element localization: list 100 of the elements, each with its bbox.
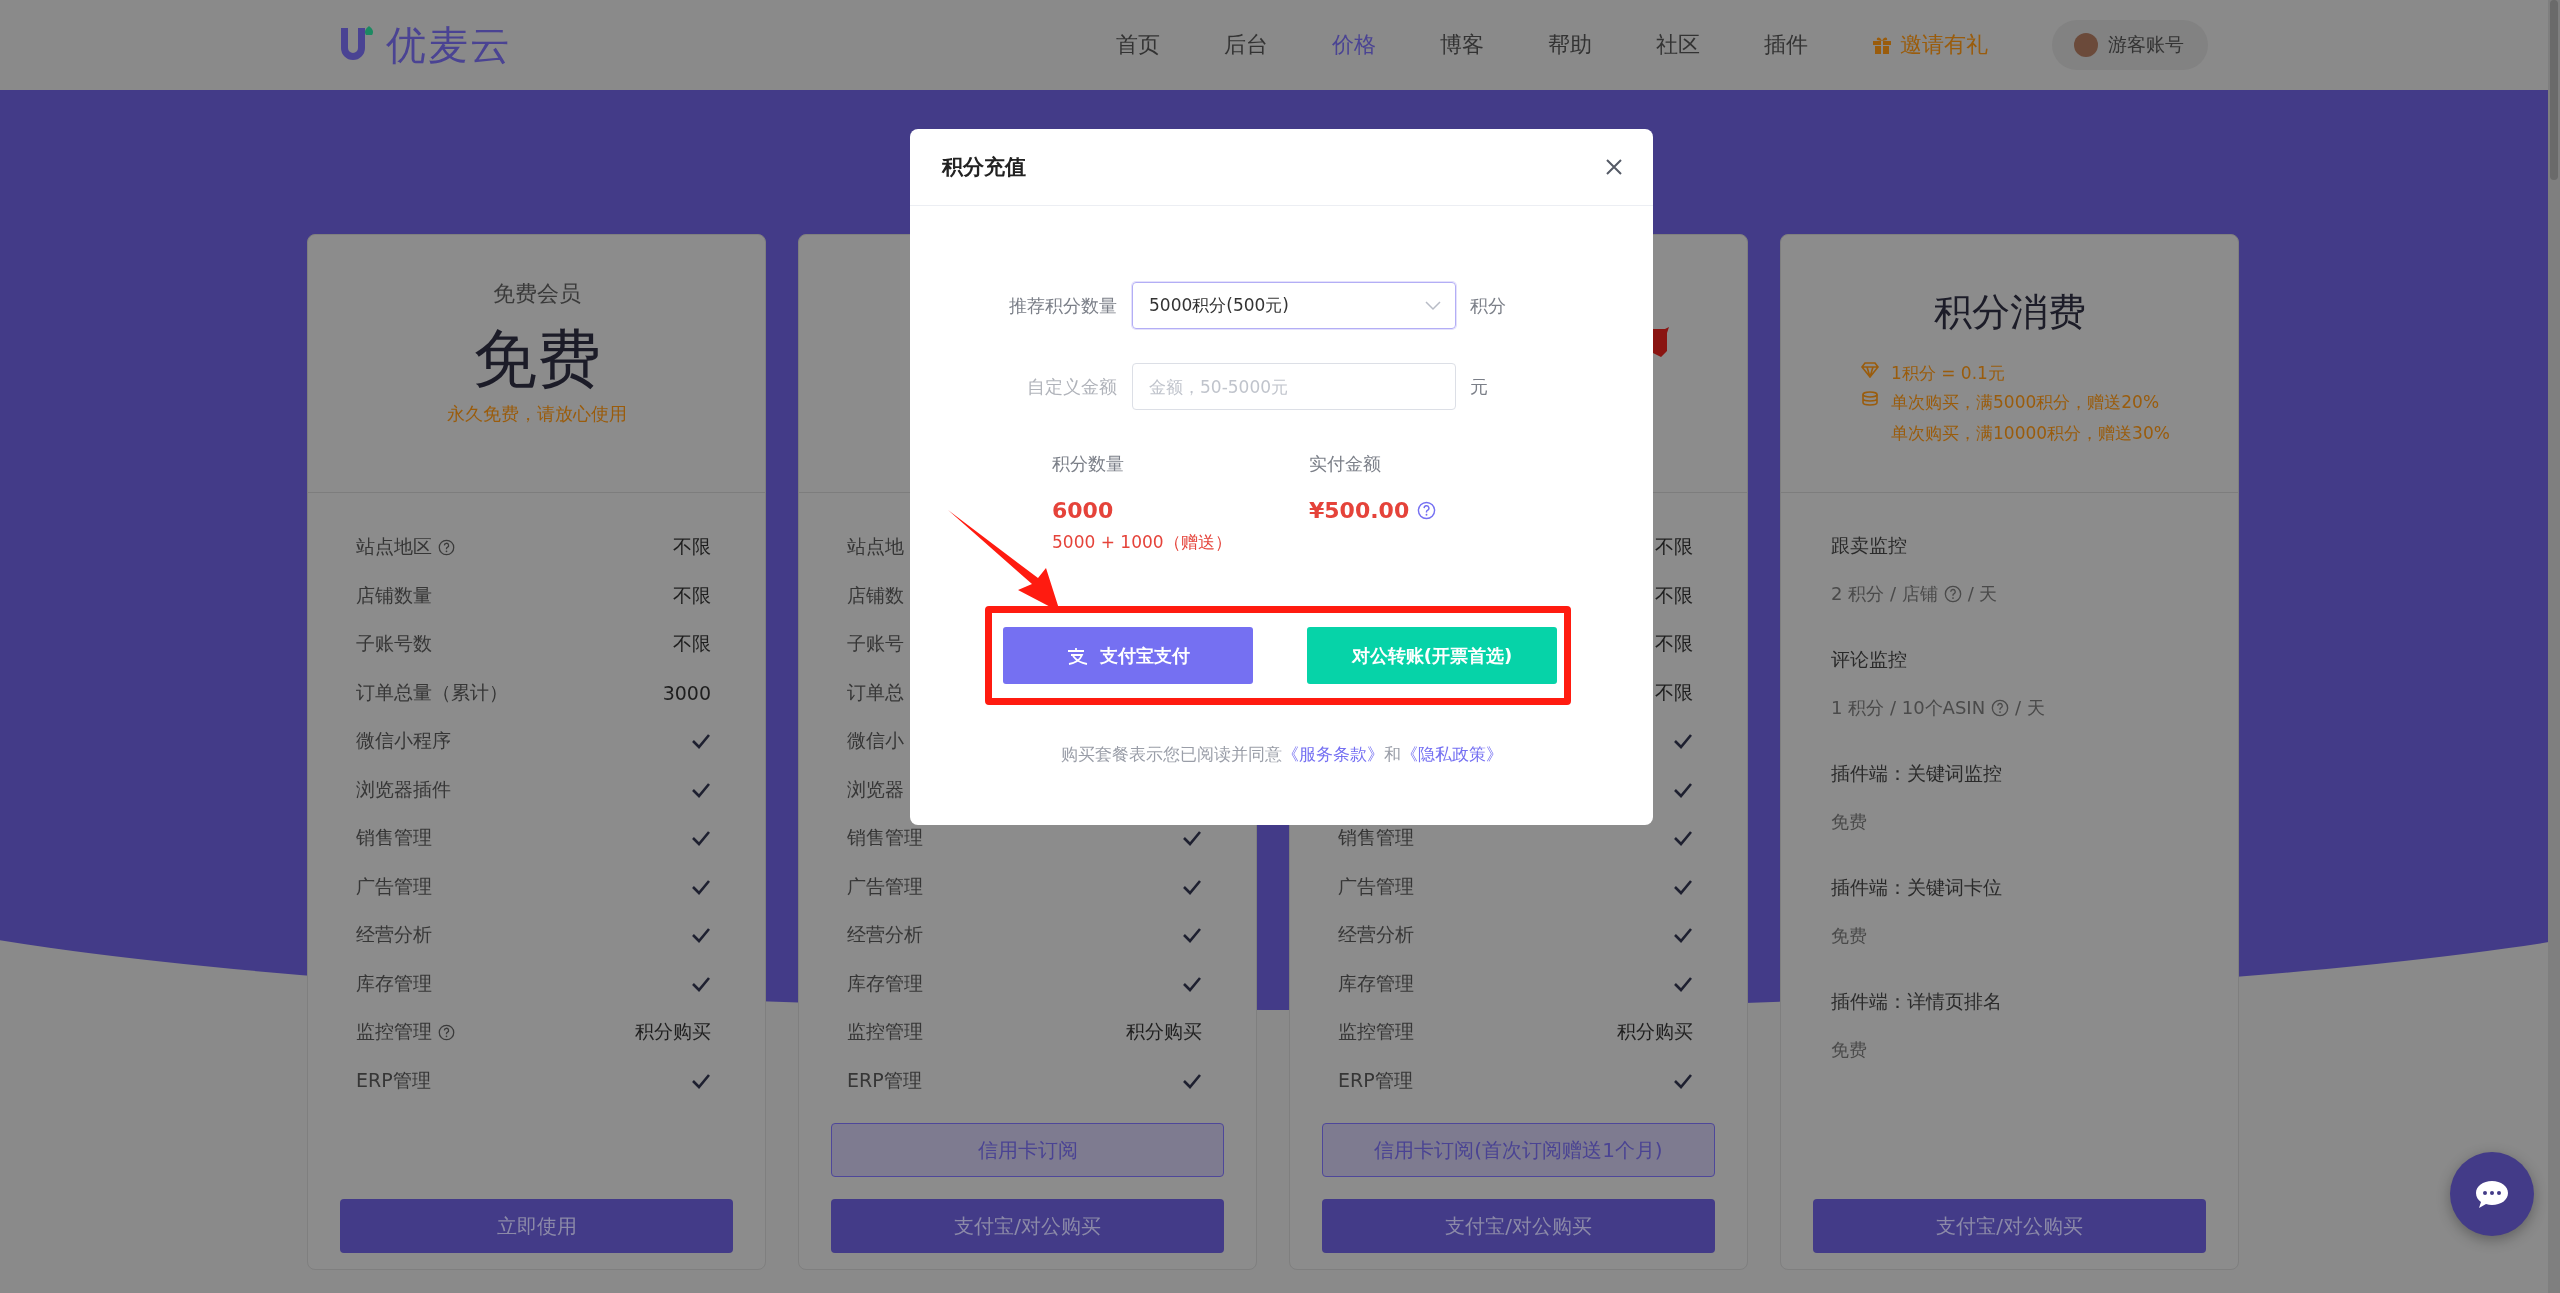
privacy-link[interactable]: 《隐私政策》 (1400, 744, 1503, 764)
check-icon (1673, 1072, 1693, 1089)
item-detail: 免费 (1831, 810, 1867, 834)
plan-name: 免费会员 (492, 280, 581, 308)
feature-label: 经营分析 (1338, 922, 1414, 948)
feature-label: 库存管理 (847, 970, 923, 996)
check-icon (1673, 975, 1693, 992)
dialog-title: 积分充值 (942, 154, 1026, 181)
feature-label: 子账号 (847, 631, 904, 657)
coins-icon (1861, 391, 1879, 407)
feature-label: 广告管理 (356, 873, 432, 899)
feature-label: 微信小 (847, 728, 904, 754)
nav-link[interactable]: 首页 (1116, 30, 1160, 60)
buy-button[interactable]: 支付宝/对公购买 (831, 1199, 1224, 1253)
nav-link[interactable]: 社区 (1656, 30, 1700, 60)
feature-value: 不限 (1655, 631, 1693, 657)
item-title: 跟卖监控 (1831, 533, 1908, 558)
feature-label: 销售管理 (847, 825, 923, 851)
buy-button[interactable]: 立即使用 (340, 1199, 733, 1253)
item-title: 插件端：关键词监控 (1831, 761, 2003, 786)
alipay-button[interactable]: 支付宝支付 (1003, 627, 1253, 684)
feature-label: 经营分析 (847, 922, 923, 948)
feature-value: 不限 (1655, 679, 1693, 705)
subscribe-button[interactable]: 信用卡订阅 (831, 1123, 1224, 1177)
points-select[interactable]: 5000积分(500元) (1132, 282, 1456, 329)
check-icon (1673, 878, 1693, 895)
gift-icon (1872, 35, 1892, 55)
summary-detail: 5000 + 1000（赠送） (1052, 531, 1233, 554)
buy-button[interactable]: 支付宝/对公购买 (1322, 1199, 1715, 1253)
nav-link[interactable]: 后台 (1224, 30, 1268, 60)
unit-label: 元 (1470, 374, 1488, 399)
check-icon (1673, 733, 1693, 750)
feature-value: 不限 (1655, 534, 1693, 560)
check-icon (1182, 878, 1202, 895)
item-detail: / 天 (2015, 696, 2045, 720)
alipay-icon (1066, 646, 1088, 665)
feature-label: 监控管理 (1338, 1019, 1414, 1045)
feature-label: 库存管理 (1338, 970, 1414, 996)
item-detail: 1 积分 / 10个ASIN (1831, 696, 1986, 720)
plan-note: 永久免费，请放心使用 (446, 401, 627, 426)
nav-link[interactable]: 插件 (1764, 30, 1808, 60)
nav-link[interactable]: 帮助 (1548, 30, 1592, 60)
item-detail: / 天 (1967, 582, 1998, 606)
check-icon (1673, 927, 1693, 944)
summary-label: 积分数量 (1052, 452, 1125, 476)
item-title: 插件端：详情页排名 (1831, 989, 2003, 1014)
amount-input[interactable]: 金额，50-5000元 (1132, 363, 1456, 410)
item-title: 插件端：关键词卡位 (1831, 875, 2003, 900)
item-title: 评论监控 (1831, 647, 1908, 672)
check-icon (691, 781, 711, 798)
feature-label: 监控管理 (356, 1019, 432, 1045)
buy-button[interactable]: 支付宝/对公购买 (1813, 1199, 2206, 1253)
feature-label: 浏览器 (847, 776, 904, 802)
transfer-button[interactable]: 对公转账(开票首选) (1307, 627, 1557, 684)
perk-text: 1积分 = 0.1元 (1891, 362, 2005, 385)
feature-label: 监控管理 (847, 1019, 923, 1045)
feature-value: 积分购买 (1617, 1019, 1693, 1045)
feature-label: 浏览器插件 (356, 776, 451, 802)
nav-link[interactable]: 博客 (1440, 30, 1484, 60)
check-icon (691, 878, 711, 895)
check-icon (691, 927, 711, 944)
chat-button[interactable] (2450, 1152, 2534, 1236)
feature-label: 销售管理 (1338, 825, 1414, 851)
feature-label: ERP管理 (356, 1067, 431, 1093)
feature-value: 不限 (1655, 582, 1693, 608)
chat-icon (2474, 1179, 2510, 1209)
account-button[interactable]: 游客账号 (2052, 20, 2208, 70)
check-icon (1673, 830, 1693, 847)
field-label: 推荐积分数量 (1008, 293, 1118, 318)
check-icon (691, 975, 711, 992)
check-icon (1182, 975, 1202, 992)
feature-label: ERP管理 (1338, 1067, 1413, 1093)
check-icon (691, 733, 711, 750)
feature-label: 站点地 (847, 534, 904, 560)
check-icon (1182, 1072, 1202, 1089)
plan-price: 免费 (472, 321, 601, 398)
feature-label: 站点地区 (356, 534, 432, 560)
feature-label: 经营分析 (356, 922, 432, 948)
perk-text: 单次购买，满5000积分，赠送20% (1891, 391, 2161, 414)
feature-label: 微信小程序 (356, 728, 451, 754)
feature-label: 订单总 (847, 679, 904, 705)
check-icon (691, 830, 711, 847)
terms-link[interactable]: 《服务条款》 (1281, 744, 1384, 764)
check-icon (1182, 927, 1202, 944)
scrollbar[interactable] (2548, 0, 2560, 1293)
feature-label: 销售管理 (356, 825, 432, 851)
feature-label: 店铺数量 (356, 582, 432, 608)
nav-link[interactable]: 价格 (1332, 30, 1376, 60)
diamond-icon (1861, 362, 1879, 378)
summary-value: ¥500.00 (1309, 498, 1410, 523)
feature-label: 广告管理 (847, 873, 923, 899)
feature-label: 广告管理 (1338, 873, 1414, 899)
close-icon (1605, 158, 1623, 176)
subscribe-button[interactable]: 信用卡订阅(首次订阅赠送1个月) (1322, 1123, 1715, 1177)
agreement-text: 和 (1383, 744, 1401, 764)
card-title: 积分消费 (1932, 289, 2087, 336)
feature-value: 3000 (662, 681, 711, 704)
agreement-text: 购买套餐表示您已阅读并同意 (1060, 744, 1282, 764)
unit-label: 积分 (1470, 293, 1506, 318)
check-icon (1182, 830, 1202, 847)
